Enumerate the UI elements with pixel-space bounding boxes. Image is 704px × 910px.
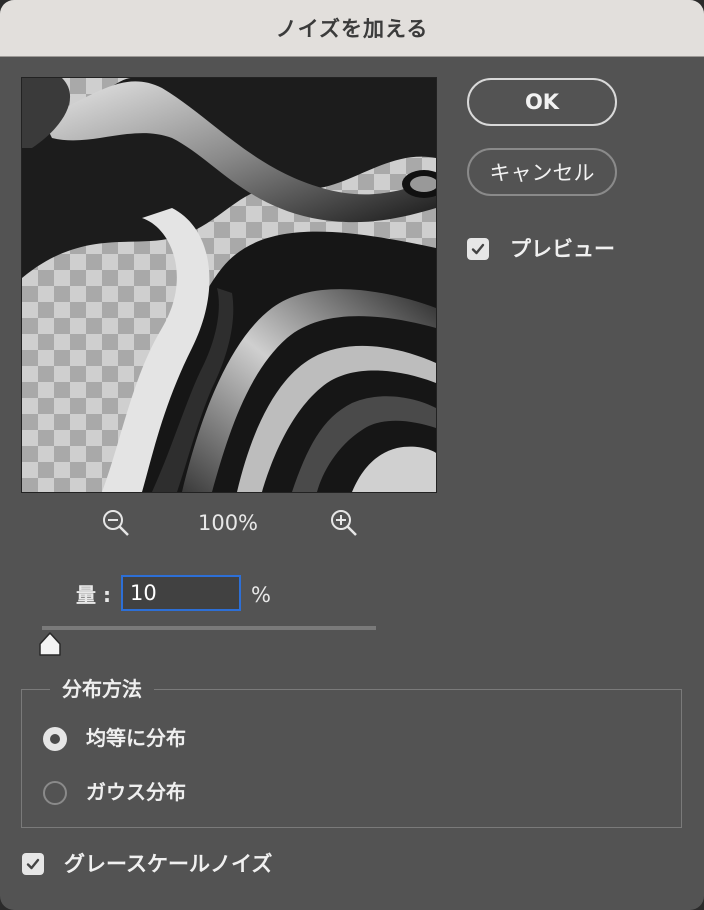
preview-artwork (22, 78, 436, 492)
zoom-out-icon[interactable] (101, 508, 131, 538)
dialog-titlebar[interactable]: ノイズを加える (0, 0, 704, 57)
distribution-group (21, 689, 682, 828)
distribution-legend: 分布方法 (50, 676, 154, 702)
preview-checkbox[interactable] (467, 238, 489, 260)
amount-label: 量 : (76, 583, 111, 607)
amount-slider-track[interactable] (42, 626, 376, 630)
radio-gaussian-label: ガウス分布 (86, 780, 186, 804)
radio-gaussian[interactable] (43, 781, 67, 805)
dialog-title: ノイズを加える (275, 17, 429, 41)
preview-checkbox-label: プレビュー (510, 237, 615, 261)
radio-uniform-label: 均等に分布 (86, 726, 186, 750)
zoom-level: 100% (197, 511, 259, 535)
amount-input[interactable] (121, 575, 241, 611)
grayscale-noise-label: グレースケールノイズ (64, 852, 273, 876)
zoom-in-icon[interactable] (329, 508, 359, 538)
checkmark-icon (26, 858, 40, 870)
add-noise-dialog: ノイズを加える 100% OK キャンセル プレビュー 量: 10 % 分布方… (0, 0, 704, 910)
cancel-button[interactable]: キャンセル (467, 148, 617, 196)
grayscale-noise-checkbox[interactable] (22, 853, 44, 875)
ok-button[interactable]: OK (467, 78, 617, 126)
radio-uniform[interactable] (43, 727, 67, 751)
preview-image[interactable] (21, 77, 437, 493)
amount-slider-thumb[interactable] (38, 631, 62, 661)
amount-unit: % (251, 583, 271, 607)
checkmark-icon (471, 243, 485, 255)
